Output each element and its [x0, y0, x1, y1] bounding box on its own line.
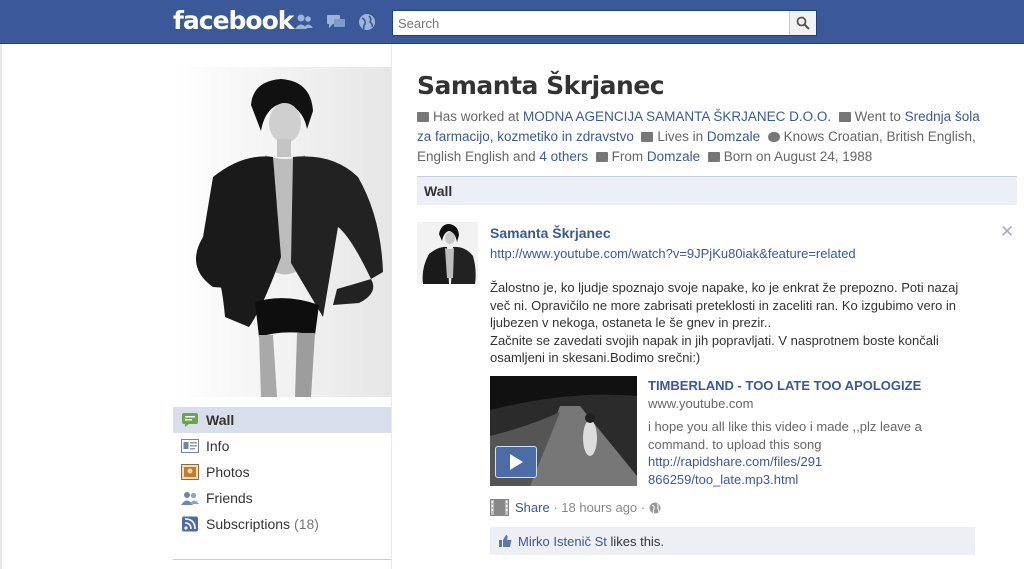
- messages-icon[interactable]: [326, 13, 346, 31]
- photos-icon: [180, 464, 200, 480]
- video-description-text: i hope you all like this video i made ,,…: [648, 419, 922, 452]
- nav-item-wall[interactable]: Wall: [173, 407, 391, 433]
- separator-dot: ·: [637, 500, 649, 515]
- search-button[interactable]: [789, 11, 816, 35]
- education-icon: [838, 112, 851, 122]
- globe-icon: [649, 502, 661, 513]
- lives-in-icon: [641, 132, 654, 142]
- search-box: [392, 10, 817, 36]
- friend-requests-icon[interactable]: [294, 13, 314, 31]
- story-author-name[interactable]: Samanta Škrjanec: [490, 225, 611, 241]
- story-text-paragraph: Žalostno je, ko ljudje spoznajo svoje na…: [490, 280, 959, 330]
- play-icon: [510, 454, 523, 470]
- top-bar: facebook: [0, 0, 1024, 44]
- share-link[interactable]: Share: [515, 500, 550, 515]
- wall-section-header: Wall: [417, 176, 1017, 205]
- nav-item-subscriptions[interactable]: Subscriptions (18): [173, 511, 391, 537]
- search-icon: [796, 16, 810, 30]
- story-timestamp[interactable]: 18 hours ago: [561, 500, 637, 515]
- video-thumbnail[interactable]: [490, 376, 637, 486]
- hometown-prefix: From: [611, 149, 647, 164]
- video-title[interactable]: TIMBERLAND - TOO LATE TOO APOLOGIZE: [648, 378, 921, 393]
- facebook-logo[interactable]: facebook: [173, 6, 294, 35]
- school-prefix: Went to: [854, 109, 905, 124]
- birthday-icon: [707, 152, 720, 162]
- friends-icon: [180, 490, 200, 506]
- search-input[interactable]: [393, 11, 788, 35]
- lives-prefix: Lives in: [657, 129, 707, 144]
- subscriptions-count: (18): [294, 516, 319, 532]
- nav-label-wall: Wall: [206, 412, 235, 428]
- profile-left-nav: Wall Info Photos Friends Subscriptions (…: [173, 407, 391, 537]
- profile-info: Has worked at MODNA AGENCIJA SAMANTA ŠKR…: [417, 107, 997, 167]
- profile-name: Samanta Škrjanec: [417, 71, 665, 100]
- column-divider: [391, 44, 392, 569]
- video-description-link[interactable]: http://rapidshare.com/files/291866259/to…: [648, 453, 828, 488]
- video-source: www.youtube.com: [648, 396, 754, 411]
- likes-bar: Mirko Istenič St likes this.: [490, 527, 975, 555]
- liker-name[interactable]: Mirko Istenič St: [518, 534, 607, 549]
- close-icon[interactable]: ✕: [1000, 222, 1014, 242]
- nav-divider: [173, 559, 391, 560]
- info-icon: [180, 438, 200, 454]
- wall-icon: [180, 412, 200, 428]
- birthday-text: Born on August 24, 1988: [723, 149, 873, 164]
- nav-label-info: Info: [206, 438, 230, 454]
- languages-more-link[interactable]: 4 others: [539, 149, 588, 164]
- hometown-icon: [595, 152, 608, 162]
- lives-in-link[interactable]: Domzale: [707, 129, 760, 144]
- video-film-icon: [490, 499, 509, 516]
- nav-item-info[interactable]: Info: [173, 433, 391, 459]
- page-edge: [0, 44, 2, 569]
- video-description: i hope you all like this video i made ,,…: [648, 418, 958, 488]
- languages-icon: [767, 132, 780, 142]
- nav-item-photos[interactable]: Photos: [173, 459, 391, 485]
- story-message: Žalostno je, ko ljudje spoznajo svoje na…: [490, 279, 980, 367]
- play-button[interactable]: [495, 446, 537, 478]
- work-link[interactable]: MODNA AGENCIJA SAMANTA ŠKRJANEC D.O.O.: [523, 109, 831, 124]
- subscriptions-icon: [180, 516, 200, 532]
- likes-suffix: likes this.: [606, 533, 664, 549]
- work-prefix: Has worked at: [433, 109, 524, 124]
- hometown-link[interactable]: Domzale: [647, 149, 700, 164]
- nav-label-photos: Photos: [206, 464, 250, 480]
- nav-item-friends[interactable]: Friends: [173, 485, 391, 511]
- work-icon: [417, 112, 429, 122]
- story-actions: Share · 18 hours ago ·: [490, 499, 661, 516]
- like-thumb-icon: [499, 535, 512, 547]
- story-link[interactable]: http://www.youtube.com/watch?v=9JPjKu80i…: [490, 246, 856, 261]
- story-text-paragraph: Začnite se zavedati svojih napak in jih …: [490, 332, 939, 366]
- nav-label-subscriptions: Subscriptions: [206, 516, 291, 532]
- notifications-globe-icon[interactable]: [357, 13, 377, 31]
- profile-picture[interactable]: [173, 67, 391, 397]
- story-author-avatar[interactable]: [417, 222, 478, 284]
- separator-dot: ·: [549, 500, 562, 515]
- nav-label-friends: Friends: [206, 490, 253, 506]
